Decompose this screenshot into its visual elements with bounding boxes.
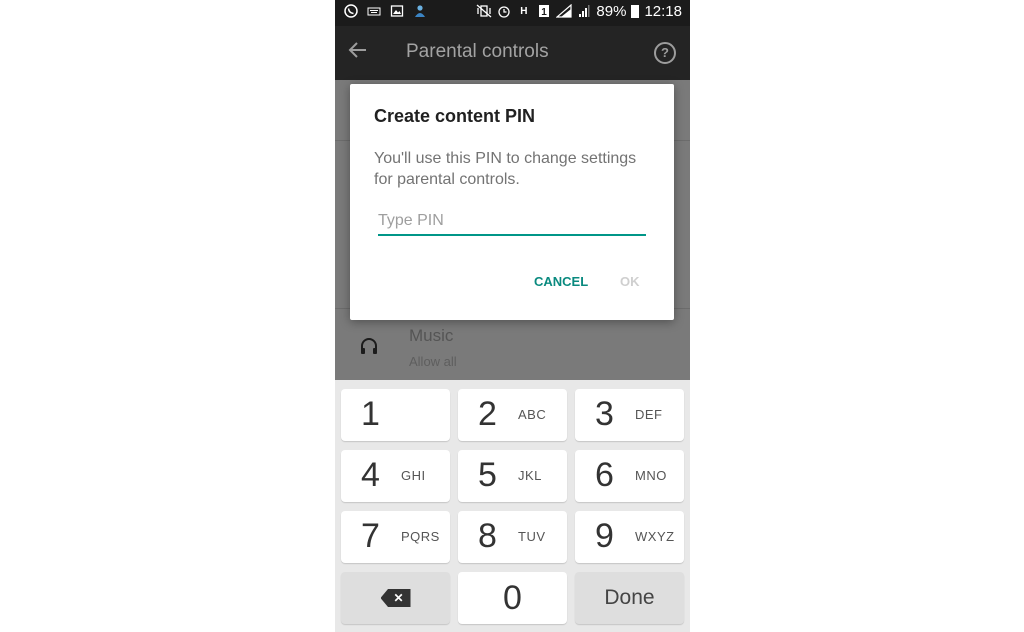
key-7[interactable]: 7 PQRS	[341, 511, 450, 563]
headphones-icon	[359, 336, 379, 361]
ok-button[interactable]: OK	[620, 274, 640, 289]
key-number: 9	[595, 517, 614, 555]
key-8[interactable]: 8 TUV	[458, 511, 567, 563]
music-item-title[interactable]: Music	[409, 326, 453, 346]
key-5[interactable]: 5 JKL	[458, 450, 567, 502]
key-letters: DEF	[635, 407, 663, 422]
key-letters: JKL	[518, 468, 542, 483]
phone-screen: H 1 89% 12:18 Parental controls ? Music …	[335, 0, 690, 632]
viber-icon	[343, 4, 358, 19]
key-number: 0	[503, 578, 522, 617]
battery-icon	[631, 5, 640, 18]
key-letters: MNO	[635, 468, 667, 483]
alarm-icon	[496, 4, 511, 19]
key-number: 3	[595, 395, 614, 433]
page-title: Parental controls	[406, 41, 549, 62]
done-button[interactable]: Done	[575, 572, 684, 624]
cancel-button[interactable]: CANCEL	[534, 274, 588, 289]
key-1[interactable]: 1	[341, 389, 450, 441]
status-bar: H 1 89% 12:18	[335, 0, 690, 26]
sim1-icon: 1	[536, 4, 551, 19]
key-letters: PQRS	[401, 529, 440, 544]
music-item-subtitle: Allow all	[409, 354, 457, 369]
svg-text:1: 1	[541, 7, 547, 18]
gallery-icon	[389, 4, 404, 19]
done-label: Done	[604, 586, 655, 609]
pin-input[interactable]	[378, 208, 646, 236]
create-pin-dialog: Create content PIN You'll use this PIN t…	[350, 84, 674, 320]
key-letters: ABC	[518, 407, 547, 422]
signal-2-icon	[576, 4, 591, 19]
key-2[interactable]: 2 ABC	[458, 389, 567, 441]
signal-icon	[555, 3, 573, 19]
arrow-left-icon[interactable]	[348, 40, 368, 65]
key-letters: TUV	[518, 529, 546, 544]
backspace-icon: ✕	[380, 589, 411, 607]
clock: 12:18	[644, 3, 682, 20]
app-bar: Parental controls ?	[335, 26, 690, 80]
key-number: 1	[361, 395, 380, 433]
key-4[interactable]: 4 GHI	[341, 450, 450, 502]
key-number: 5	[478, 456, 497, 494]
key-number: 4	[361, 456, 380, 494]
vibrate-icon	[476, 4, 492, 19]
key-letters: GHI	[401, 468, 426, 483]
person-icon	[412, 4, 427, 19]
key-6[interactable]: 6 MNO	[575, 450, 684, 502]
key-number: 8	[478, 517, 497, 555]
key-number: 2	[478, 395, 497, 433]
keyboard-icon	[366, 4, 381, 19]
key-9[interactable]: 9 WXYZ	[575, 511, 684, 563]
key-letters: WXYZ	[635, 529, 675, 544]
dialog-message: You'll use this PIN to change settings f…	[374, 150, 637, 188]
h-signal-icon: H	[520, 6, 528, 17]
help-icon[interactable]: ?	[654, 42, 676, 64]
key-3[interactable]: 3 DEF	[575, 389, 684, 441]
backspace-button[interactable]: ✕	[341, 572, 450, 624]
key-number: 7	[361, 517, 380, 555]
numeric-keypad: 1 2 ABC 3 DEF 4 GHI 5 JKL 6 MNO 7 PQRS 8	[335, 380, 690, 632]
dialog-title: Create content PIN	[374, 106, 536, 126]
key-0[interactable]: 0	[458, 572, 567, 624]
key-number: 6	[595, 456, 614, 494]
battery-percent: 89%	[596, 3, 627, 20]
